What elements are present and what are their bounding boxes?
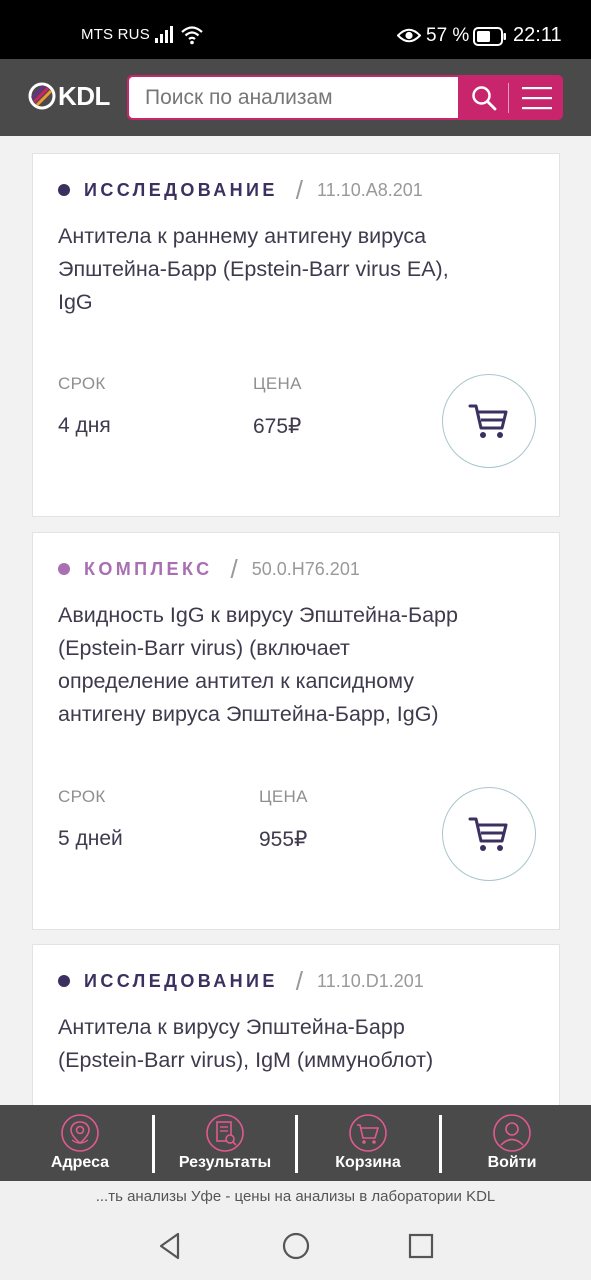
card-title-line: определение антител к капсидному [58, 669, 414, 693]
price-label: ЦЕНА [259, 787, 308, 806]
price-value: 955₽ [259, 828, 308, 851]
nav-label: Адреса [50, 1154, 110, 1171]
kdl-logo[interactable]: KDL [28, 81, 118, 111]
hamburger-menu-icon [521, 86, 552, 109]
card-title-line: Авидность IgG к вирусу Эпштейна-Барр [58, 603, 458, 627]
nav-label: Результаты [178, 1154, 272, 1171]
type-dot [58, 563, 70, 575]
clock: 22:11 [513, 24, 562, 46]
tag-slash: / [230, 553, 238, 584]
user-icon [493, 1114, 531, 1152]
signal-icon [155, 26, 173, 43]
cart-icon [349, 1114, 387, 1152]
card-tag: КОМПЛЕКС / 50.0.H76.201 [58, 554, 360, 584]
search-bar [127, 75, 563, 120]
search-results-list: ИССЛЕДОВАНИЕ / 11.10.A8.201 Антитела к р… [0, 136, 591, 1105]
status-bar: MTS RUS 57 % 22:11 [0, 0, 591, 59]
eye-icon [397, 28, 421, 43]
carrier-name: MTS RUS [81, 26, 150, 43]
tag-slash: / [295, 174, 304, 205]
card-code: 50.0.H76.201 [251, 558, 360, 579]
result-card[interactable]: ИССЛЕДОВАНИЕ / 11.10.A8.201 Антитела к р… [32, 153, 560, 517]
price-label: ЦЕНА [253, 374, 302, 393]
menu-button[interactable] [510, 75, 563, 120]
card-title[interactable]: Антитела к раннему антигену вируса Эпште… [58, 220, 528, 319]
nav-item-addresses[interactable]: Адреса [6, 1105, 154, 1181]
type-dot [58, 184, 70, 196]
card-tag: ИССЛЕДОВАНИЕ / 11.10.A8.201 [58, 175, 423, 205]
card-code: 11.10.D1.201 [317, 970, 424, 991]
cart-icon [468, 817, 508, 851]
search-input[interactable] [129, 77, 458, 118]
card-type-label: ИССЛЕДОВАНИЕ [84, 970, 278, 991]
nav-item-cart[interactable]: Корзина [294, 1105, 442, 1181]
card-tag: ИССЛЕДОВАНИЕ / 11.10.D1.201 [58, 966, 424, 996]
type-dot [58, 975, 70, 987]
location-pin-icon [61, 1114, 99, 1152]
battery-icon [473, 27, 506, 46]
tag-slash: / [295, 965, 304, 996]
term-value: 5 дней [58, 827, 123, 850]
add-to-cart-button[interactable] [442, 787, 536, 881]
back-icon[interactable] [155, 1231, 185, 1261]
card-code: 11.10.A8.201 [317, 179, 423, 200]
search-icon [472, 85, 497, 110]
search-divider [508, 83, 509, 113]
battery-percent: 57 % [426, 25, 470, 46]
card-title[interactable]: Антитела к вирусу Эпштейна-Барр (Epstein… [58, 1011, 528, 1077]
card-title-line: Антитела к вирусу Эпштейна-Барр [58, 1015, 405, 1039]
card-title-line: (Epstein-Barr virus) (включает [58, 636, 350, 660]
search-button[interactable] [460, 75, 508, 120]
cart-icon [468, 404, 508, 438]
wifi-icon [181, 26, 203, 45]
term-label: СРОК [58, 374, 106, 393]
result-card[interactable]: ИССЛЕДОВАНИЕ / 11.10.D1.201 Антитела к в… [32, 944, 560, 1105]
card-title-line: IgG [58, 290, 93, 314]
card-type-label: ИССЛЕДОВАНИЕ [84, 179, 278, 200]
home-icon[interactable] [281, 1231, 311, 1261]
nav-item-login[interactable]: Войти [438, 1105, 586, 1181]
price-value: 675₽ [253, 415, 302, 438]
nav-label: Войти [487, 1154, 537, 1171]
recents-icon[interactable] [406, 1231, 436, 1261]
nav-label: Корзина [335, 1154, 401, 1171]
card-title-line: антигену вируса Эпштейна-Барр, IgG) [58, 702, 439, 726]
term-value: 4 дня [58, 414, 111, 437]
card-type-label: КОМПЛЕКС [84, 558, 213, 579]
card-title-line: (Epstein-Barr virus), IgM (иммуноблот) [58, 1048, 434, 1072]
result-card[interactable]: КОМПЛЕКС / 50.0.H76.201 Авидность IgG к … [32, 532, 560, 930]
logo-text: KDL [58, 81, 110, 111]
card-title[interactable]: Авидность IgG к вирусу Эпштейна-Барр (Ep… [58, 599, 528, 731]
browser-page-title: ...ть анализы Уфе - цены на анализы в ла… [0, 1181, 591, 1213]
card-title-line: Антитела к раннему антигену вируса [58, 224, 427, 248]
document-search-icon [206, 1114, 244, 1152]
bottom-nav: Адреса Результаты Корзина Войти [0, 1105, 591, 1181]
add-to-cart-button[interactable] [442, 374, 536, 468]
card-title-line: Эпштейна-Барр (Epstein-Barr virus EA), [58, 257, 449, 281]
term-label: СРОК [58, 787, 106, 806]
kdl-logo-mark-icon [28, 82, 56, 110]
nav-item-results[interactable]: Результаты [151, 1105, 299, 1181]
system-navigation-bar [0, 1213, 591, 1280]
